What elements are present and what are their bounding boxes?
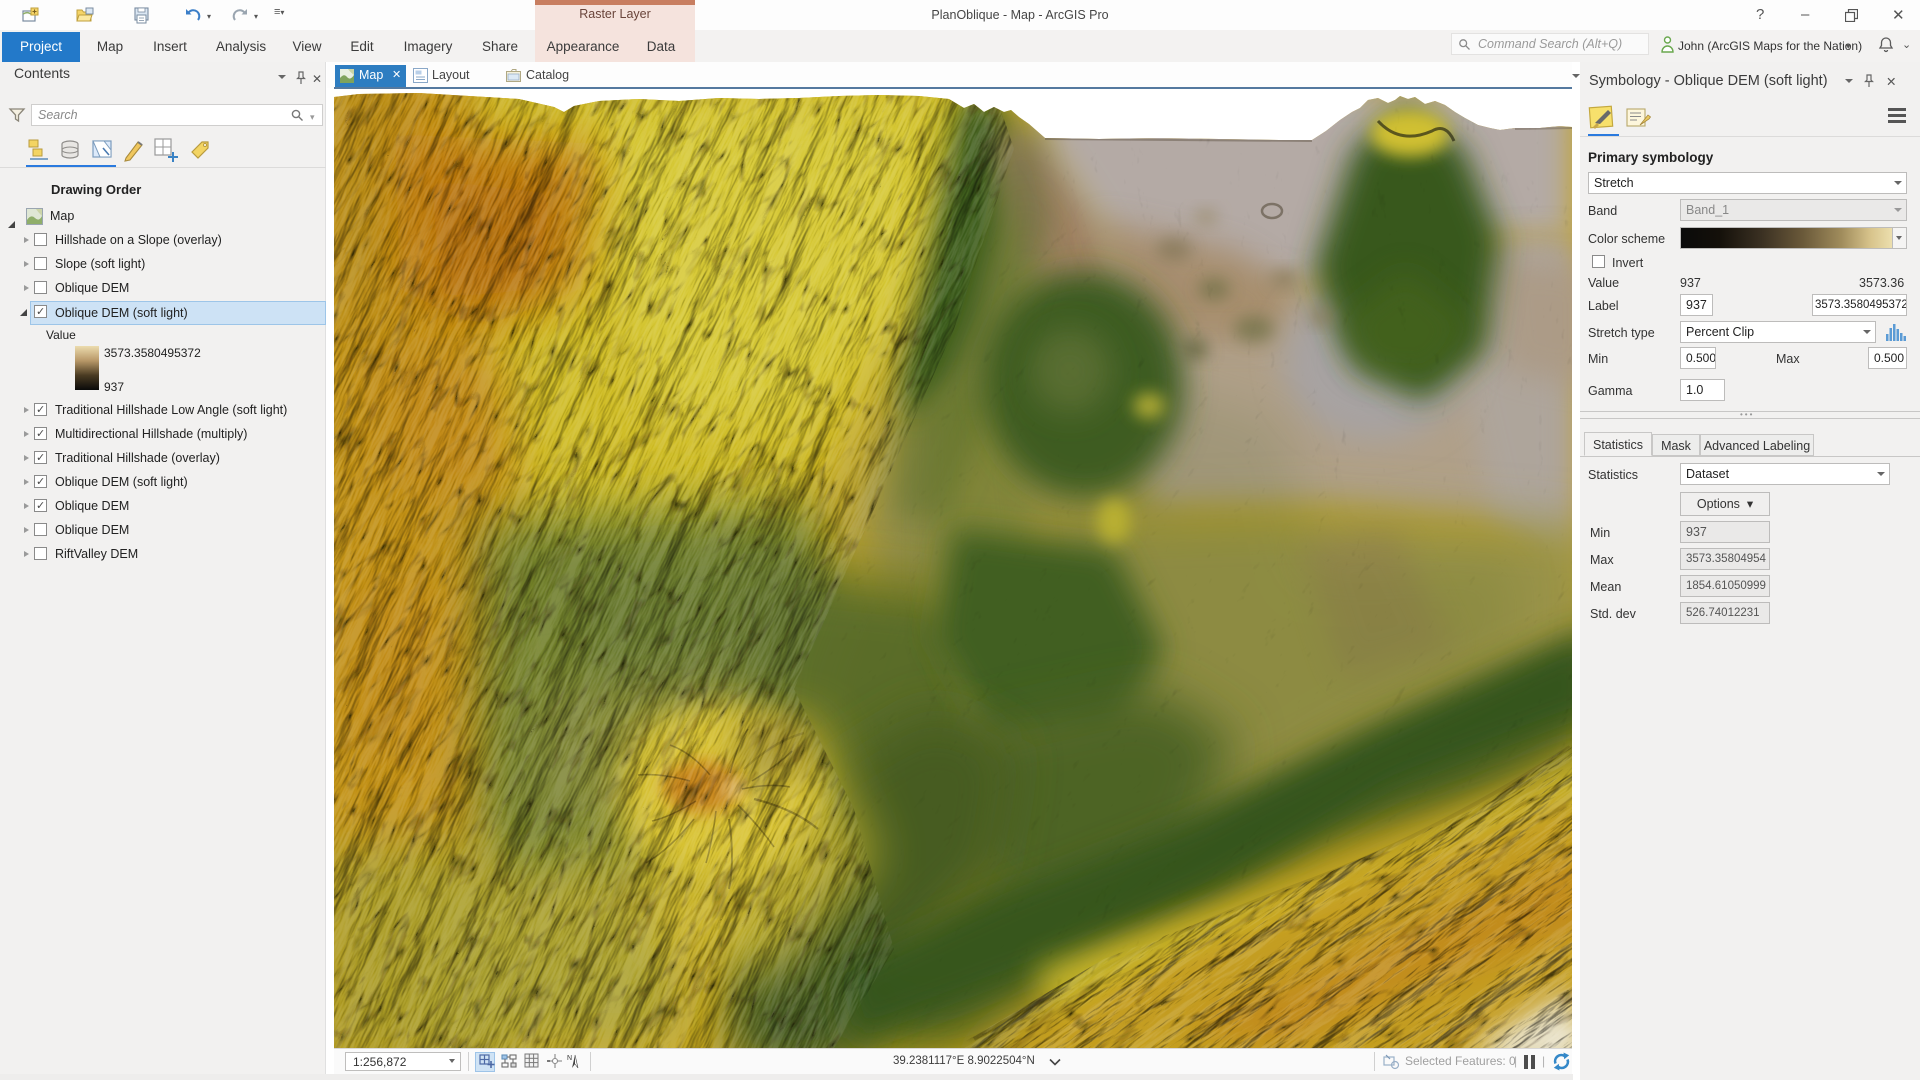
- svg-text:N: N: [567, 1055, 572, 1062]
